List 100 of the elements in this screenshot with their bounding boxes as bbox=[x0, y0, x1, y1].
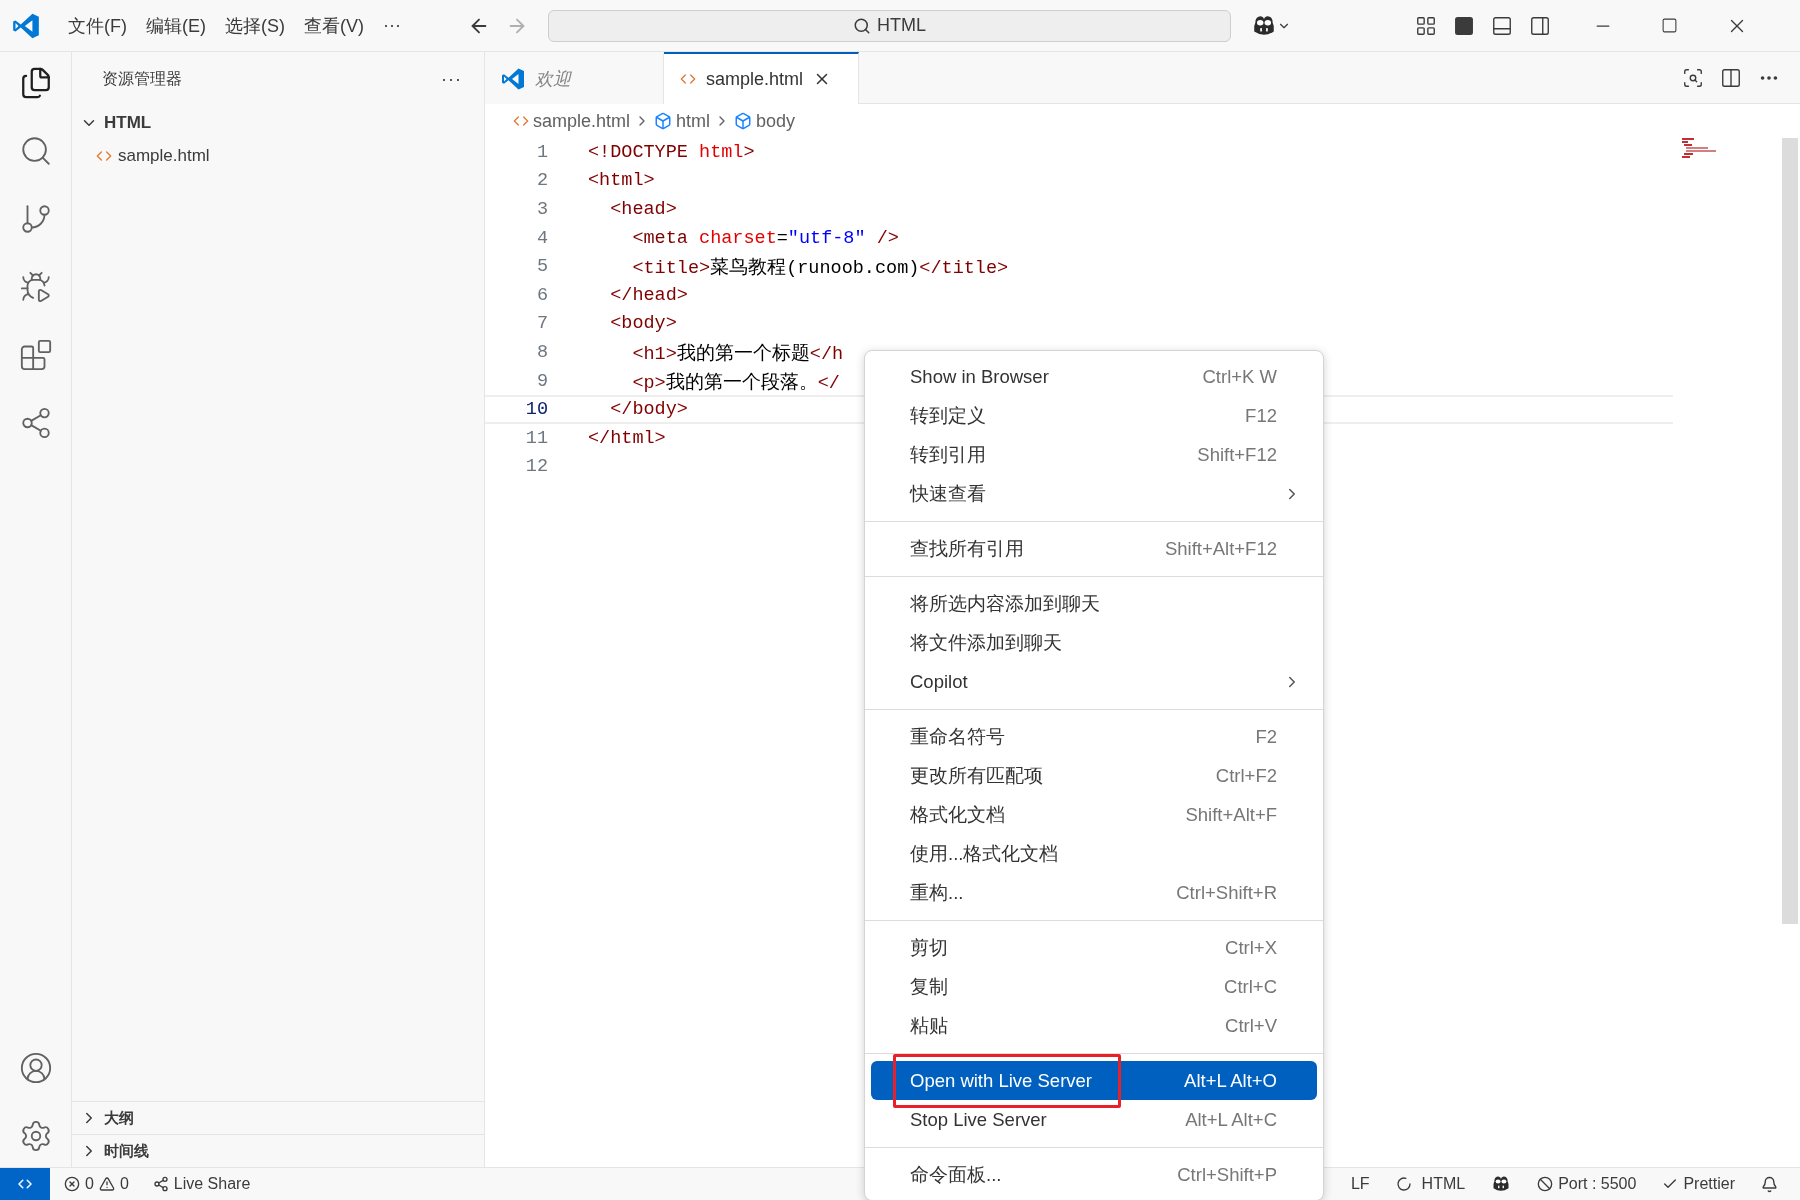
cube-icon bbox=[654, 112, 673, 130]
code-icon bbox=[513, 113, 529, 129]
menu-item[interactable]: Show in Browser Ctrl+K W bbox=[871, 357, 1317, 396]
menu-item[interactable]: 查看(V) bbox=[296, 9, 372, 42]
blocks-icon[interactable] bbox=[18, 338, 53, 372]
maximize-icon[interactable] bbox=[1660, 17, 1678, 34]
menu-item[interactable]: 转到定义 F12 bbox=[871, 396, 1317, 435]
code-line: </html> bbox=[588, 427, 666, 449]
shortcut-label: Shift+F12 bbox=[1197, 443, 1277, 466]
menu-item[interactable]: Open with Live Server Alt+L Alt+O bbox=[871, 1061, 1317, 1100]
line-number: 8 bbox=[535, 341, 548, 363]
panel-left-icon[interactable] bbox=[1452, 14, 1475, 37]
menu-item[interactable]: 将文件添加到聊天 bbox=[871, 623, 1317, 662]
shortcut-label: Ctrl+Shift+P bbox=[1177, 1163, 1277, 1186]
code-line: <meta charset="utf-8" /> bbox=[631, 227, 899, 249]
code-line: <title>菜鸟教程(runoob.com)</title> bbox=[631, 256, 1009, 280]
code-line: </head> bbox=[609, 284, 688, 306]
breadcrumb-item[interactable]: html bbox=[676, 110, 711, 132]
port-button[interactable]: Port : 5500 bbox=[1537, 1175, 1637, 1193]
error-icon bbox=[64, 1176, 80, 1192]
menu-item[interactable]: 使用...格式化文档 bbox=[871, 834, 1317, 873]
share-icon bbox=[152, 1176, 169, 1192]
menu-item[interactable]: 粘贴 Ctrl+V bbox=[871, 1006, 1317, 1045]
menu-item[interactable]: 复制 Ctrl+C bbox=[871, 967, 1317, 1006]
search-field[interactable]: HTML bbox=[547, 9, 1231, 42]
menu-item[interactable]: Stop Live Server Alt+L Alt+C bbox=[871, 1100, 1317, 1139]
code-line: <head> bbox=[609, 199, 677, 220]
more-actions[interactable]: ··· bbox=[441, 68, 462, 90]
user-icon[interactable] bbox=[18, 1051, 53, 1085]
menu-item[interactable]: 命令面板... Ctrl+Shift+P bbox=[871, 1155, 1317, 1194]
line-number: 4 bbox=[535, 227, 548, 249]
panel-bottom-icon[interactable] bbox=[1490, 14, 1513, 37]
menu-item[interactable]: 格式化文档 Shift+Alt+F bbox=[871, 795, 1317, 834]
menu-item[interactable]: Copilot bbox=[871, 662, 1317, 701]
menu-item[interactable]: 快速查看 bbox=[871, 474, 1317, 513]
menu-item[interactable]: 重命名符号 F2 bbox=[871, 717, 1317, 756]
problems-button[interactable]: 0 0 bbox=[64, 1175, 129, 1193]
code-line: <html> bbox=[588, 170, 655, 192]
editor-tab[interactable]: 欢迎 bbox=[485, 52, 664, 104]
error-count: 0 bbox=[85, 1175, 94, 1193]
menu-item[interactable]: 剪切 Ctrl+X bbox=[871, 928, 1317, 967]
robot-face-icon[interactable] bbox=[1491, 1174, 1512, 1194]
folder-label[interactable]: HTML bbox=[104, 112, 152, 133]
panel-right-icon[interactable] bbox=[1528, 14, 1551, 37]
menu-item[interactable]: 查找所有引用 Shift+Alt+F12 bbox=[871, 529, 1317, 568]
warning-count: 0 bbox=[119, 1175, 129, 1193]
menu-item[interactable]: 重构... Ctrl+Shift+R bbox=[871, 873, 1317, 912]
line-number: 5 bbox=[535, 256, 548, 278]
eol-label[interactable]: LF bbox=[1350, 1175, 1370, 1193]
code-line: <p>我的第一个段落。</ bbox=[631, 371, 840, 394]
shortcut-label: Alt+L Alt+O bbox=[1184, 1069, 1277, 1092]
shortcut-label: Shift+Alt+F bbox=[1185, 803, 1277, 826]
menu-item[interactable]: 将所选内容添加到聊天 bbox=[871, 584, 1317, 623]
cube-icon bbox=[734, 112, 753, 130]
section-title[interactable]: 大纲 bbox=[104, 1108, 134, 1128]
code-line: </body> bbox=[609, 399, 688, 421]
breadcrumb-item[interactable]: body bbox=[756, 110, 796, 132]
split-editor-icon[interactable] bbox=[1720, 66, 1742, 89]
spinner-icon bbox=[1395, 1176, 1412, 1192]
code-line: <body> bbox=[609, 313, 677, 335]
line-number: 9 bbox=[535, 370, 548, 392]
shortcut-label: Shift+Alt+F12 bbox=[1164, 537, 1277, 560]
shortcut-label: F2 bbox=[1255, 725, 1277, 748]
line-number: 7 bbox=[535, 313, 548, 335]
sidebar-title: 资源管理器 bbox=[102, 68, 182, 89]
warning-icon bbox=[98, 1176, 115, 1192]
preview-icon[interactable] bbox=[1682, 66, 1704, 89]
layout-icon[interactable] bbox=[1414, 14, 1437, 37]
language-label[interactable]: HTML bbox=[1421, 1175, 1466, 1193]
menu-item[interactable]: 更改所有匹配项 Ctrl+F2 bbox=[871, 756, 1317, 795]
file-label[interactable]: sample.html bbox=[118, 145, 210, 166]
prohibited-icon bbox=[1537, 1176, 1554, 1192]
menu-item[interactable]: 文件(F) bbox=[60, 9, 135, 42]
menu-item[interactable]: 转到引用 Shift+F12 bbox=[871, 435, 1317, 474]
bug-play-icon[interactable] bbox=[18, 270, 53, 304]
scrollbar-thumb[interactable] bbox=[1782, 138, 1798, 924]
prettier-button[interactable]: Prettier bbox=[1662, 1175, 1735, 1193]
shortcut-label: Alt+L Alt+C bbox=[1185, 1108, 1277, 1131]
remote-button[interactable] bbox=[0, 1168, 50, 1200]
code-line: <!DOCTYPE html> bbox=[588, 141, 755, 163]
menu-item[interactable]: ··· bbox=[375, 11, 409, 40]
shortcut-label: Ctrl+C bbox=[1224, 975, 1277, 998]
search-icon bbox=[852, 16, 871, 35]
line-number: 12 bbox=[524, 456, 548, 478]
line-number: 11 bbox=[524, 427, 548, 449]
shortcut-label: Ctrl+Shift+R bbox=[1176, 881, 1277, 904]
editor-tab[interactable]: sample.html bbox=[664, 52, 859, 104]
logo-icon bbox=[501, 67, 525, 91]
line-number: 1 bbox=[535, 141, 548, 163]
bell-icon[interactable] bbox=[1761, 1175, 1778, 1193]
live-share-button[interactable]: Live Share bbox=[152, 1175, 251, 1193]
breadcrumb-item[interactable]: sample.html bbox=[533, 110, 631, 132]
line-number: 2 bbox=[535, 170, 548, 192]
menu-item[interactable]: 编辑(E) bbox=[138, 9, 214, 42]
shortcut-label: F12 bbox=[1245, 404, 1277, 427]
logo-icon bbox=[12, 11, 40, 40]
code-icon bbox=[680, 71, 696, 87]
section-title[interactable]: 时间线 bbox=[104, 1141, 149, 1161]
menu-item[interactable]: 选择(S) bbox=[217, 9, 293, 42]
shortcut-label: Ctrl+V bbox=[1225, 1014, 1277, 1037]
